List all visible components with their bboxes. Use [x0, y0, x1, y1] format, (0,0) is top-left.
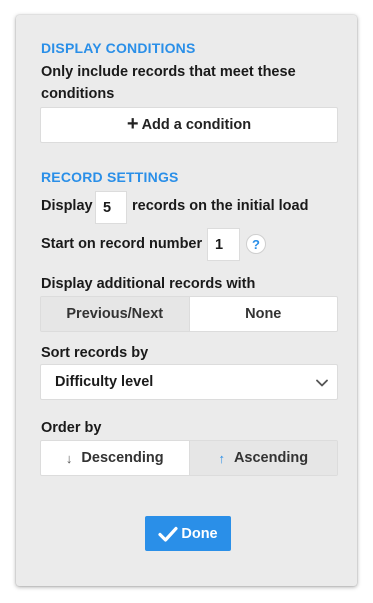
record-settings-title: RECORD SETTINGS	[41, 169, 179, 185]
display-conditions-description: Only include records that meet these con…	[41, 64, 296, 102]
option-ascending[interactable]: ↑ Ascending	[188, 441, 337, 475]
order-by-label: Order by	[41, 420, 102, 436]
plus-icon: +	[126, 113, 139, 135]
add-condition-button[interactable]: + Add a condition	[40, 107, 338, 143]
display-prefix-label: Display	[41, 198, 93, 214]
option-descending[interactable]: ↓ Descending	[41, 441, 189, 475]
display-conditions-title: DISPLAY CONDITIONS	[41, 40, 196, 56]
add-condition-label: Add a condition	[141, 117, 252, 133]
check-icon	[158, 526, 178, 542]
sort-records-value: Difficulty level	[55, 374, 154, 390]
additional-records-label: Display additional records with	[41, 276, 256, 292]
display-suffix-label: records on the initial load	[132, 198, 309, 214]
done-label: Done	[181, 525, 218, 542]
settings-panel: DISPLAY CONDITIONS Only include records …	[16, 15, 357, 586]
chevron-down-icon	[316, 379, 328, 387]
option-ascending-label: Ascending	[233, 450, 309, 466]
help-icon[interactable]: ?	[246, 234, 266, 254]
option-descending-label: Descending	[81, 450, 164, 466]
order-by-toggle: ↓ Descending ↑ Ascending	[40, 440, 338, 476]
option-previous-next[interactable]: Previous/Next	[41, 297, 189, 331]
option-none[interactable]: None	[188, 297, 337, 331]
additional-records-toggle: Previous/Next None	[40, 296, 338, 332]
sort-records-select[interactable]: Difficulty level	[40, 364, 338, 400]
display-count-input[interactable]: 5	[95, 191, 127, 224]
arrow-up-icon: ↑	[218, 450, 225, 466]
start-record-input[interactable]: 1	[207, 228, 240, 261]
done-button[interactable]: Done	[145, 516, 231, 551]
arrow-down-icon: ↓	[65, 450, 73, 466]
start-record-label: Start on record number	[41, 236, 203, 252]
sort-records-label: Sort records by	[41, 345, 149, 361]
help-icon-glyph: ?	[252, 236, 260, 252]
